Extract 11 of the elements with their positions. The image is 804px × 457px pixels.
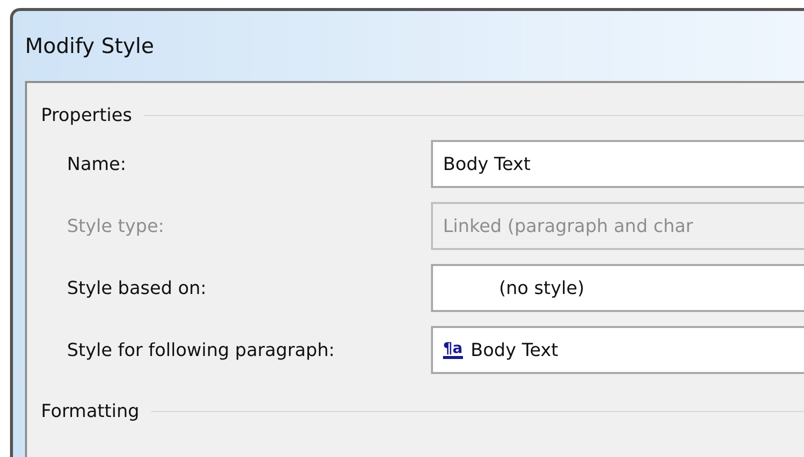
field-label: Style based on: [66,278,208,298]
field-label: Style for following paragraph: [66,340,336,360]
group-heading: Formatting [41,400,140,422]
group-heading: Properties [41,104,132,126]
dropdown-field: Linked (paragraph and char [431,202,804,250]
field-label: Style type: [66,216,166,236]
dropdown-field[interactable]: (no style) [431,264,804,312]
dropdown-field[interactable]: ¶a Body Text [431,326,804,374]
input-field[interactable]: Body Text [431,140,804,188]
field-label: Name: [66,154,128,174]
window-title: Modify Style [25,34,154,58]
